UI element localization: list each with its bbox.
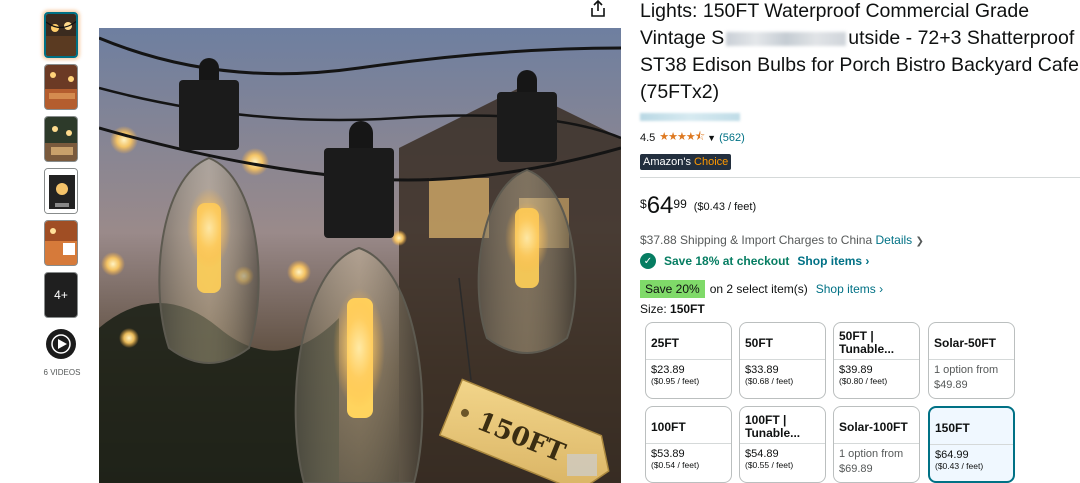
size-option-solar-50ft[interactable]: Solar-50FT 1 option from $49.89 [928, 322, 1015, 399]
size-label: Size: 150FT [640, 302, 1080, 316]
selected-size: 150FT [670, 302, 705, 316]
more-images-button[interactable]: 4+ [44, 272, 78, 318]
divider [640, 177, 1080, 178]
amazons-choice-badge: Amazon's Choice [640, 154, 732, 170]
size-option-unit-price: ($0.68 / feet) [745, 376, 794, 386]
size-option-150ft[interactable]: 150FT $64.99 ($0.43 / feet) [928, 406, 1015, 483]
size-option-price: $53.89 [651, 448, 685, 460]
size-option-name: 50FT [740, 323, 825, 360]
thumbnail-2[interactable] [44, 64, 78, 110]
coupon-badge: Save 20% [640, 280, 705, 298]
chevron-down-icon[interactable]: ▼ [707, 133, 716, 143]
size-option-25ft[interactable]: 25FT $23.89 ($0.95 / feet) [645, 322, 732, 399]
thumbnail-3[interactable] [44, 116, 78, 162]
size-option-unit-price: ($0.95 / feet) [651, 376, 700, 386]
badge-suffix: Choice [690, 156, 729, 168]
size-option-unit-price: ($0.55 / feet) [745, 460, 794, 470]
thumbnail-4[interactable] [44, 168, 78, 214]
size-option-price: $23.89 [651, 364, 685, 376]
size-option-from-price: $49.89 [934, 379, 968, 391]
main-product-image[interactable]: 150FT [99, 28, 621, 483]
unit-price: ($0.43 / feet) [693, 201, 757, 213]
size-option-unit-price: ($0.54 / feet) [651, 460, 700, 470]
size-label-text: Size: [640, 302, 667, 316]
size-option-name: 50FT | Tunable... [834, 323, 919, 360]
badge-prefix: Amazon's [643, 156, 691, 168]
size-option-name: Solar-50FT [929, 323, 1014, 360]
size-option-price: $54.89 [745, 448, 779, 460]
product-title: Lights: 150FT Waterproof Commercial Grad… [640, 0, 1080, 106]
rating-row: 4.5 ★★★★⯪ ▼ (562) [640, 128, 1080, 147]
size-option-100ft-tunable[interactable]: 100FT | Tunable... $54.89 ($0.55 / feet) [739, 406, 826, 483]
thumbnail-5[interactable] [44, 220, 78, 266]
coupon-shop-items-link[interactable]: Shop items › [816, 282, 883, 296]
price-symbol: $ [640, 197, 647, 211]
videos-count-label: 6 VIDEOS [43, 368, 81, 377]
buy-box-info: Lights: 150FT Waterproof Commercial Grad… [640, 0, 1080, 316]
size-option-50ft-tunable[interactable]: 50FT | Tunable... $39.89 ($0.80 / feet) [833, 322, 920, 399]
play-icon [46, 329, 76, 359]
redacted-text [726, 31, 847, 46]
size-option-price: $64.99 [935, 449, 969, 461]
checkout-savings-row: ✓ Save 18% at checkout Shop items › [640, 253, 1080, 269]
size-option-solar-100ft[interactable]: Solar-100FT 1 option from $69.89 [833, 406, 920, 483]
size-option-100ft[interactable]: 100FT $53.89 ($0.54 / feet) [645, 406, 732, 483]
size-option-name: Solar-100FT [834, 407, 919, 444]
shop-items-link[interactable]: Shop items › [797, 254, 869, 268]
size-option-price: $39.89 [839, 364, 873, 376]
size-option-unit-price: ($0.43 / feet) [935, 461, 984, 471]
size-option-availability: 1 option from [934, 364, 999, 376]
share-icon[interactable] [588, 0, 608, 18]
shipping-details-link[interactable]: Details [876, 233, 913, 247]
price-block: $ 64 99 ($0.43 / feet) [640, 192, 1080, 219]
size-option-unit-price: ($0.80 / feet) [839, 376, 888, 386]
thumbnail-1[interactable] [44, 12, 78, 58]
thumbnail-rail: 4+ 6 VIDEOS [44, 12, 80, 377]
coupon-row: Save 20% on 2 select item(s) Shop items … [640, 280, 1080, 298]
size-option-from-price: $69.89 [839, 463, 873, 475]
star-rating-icon[interactable]: ★★★★⯪ [659, 128, 705, 147]
store-link[interactable] [640, 113, 740, 121]
size-option-name: 150FT [930, 408, 1013, 445]
checkout-save-text: Save 18% at checkout [664, 254, 790, 268]
shipping-info: $37.88 Shipping & Import Charges to Chin… [640, 233, 1080, 247]
size-option-50ft[interactable]: 50FT $33.89 ($0.68 / feet) [739, 322, 826, 399]
size-option-name: 100FT [646, 407, 731, 444]
check-circle-icon: ✓ [640, 253, 656, 269]
video-thumbnail[interactable] [44, 324, 78, 364]
size-option-price: $33.89 [745, 364, 779, 376]
size-option-name: 100FT | Tunable... [740, 407, 825, 444]
chevron-down-icon[interactable]: ❯ [916, 236, 924, 247]
price-whole: 64 [646, 192, 674, 219]
coupon-text: on 2 select item(s) [709, 282, 808, 296]
size-option-availability: 1 option from [839, 448, 904, 460]
price-fraction: 99 [673, 197, 687, 211]
review-count-link[interactable]: (562) [719, 132, 745, 144]
more-images-label: 4+ [54, 288, 68, 302]
size-option-name: 25FT [646, 323, 731, 360]
size-options: 25FT $23.89 ($0.95 / feet) 50FT $33.89 ($0… [645, 322, 1080, 483]
rating-value: 4.5 [640, 131, 656, 144]
shipping-text: $37.88 Shipping & Import Charges to Chin… [640, 233, 873, 247]
